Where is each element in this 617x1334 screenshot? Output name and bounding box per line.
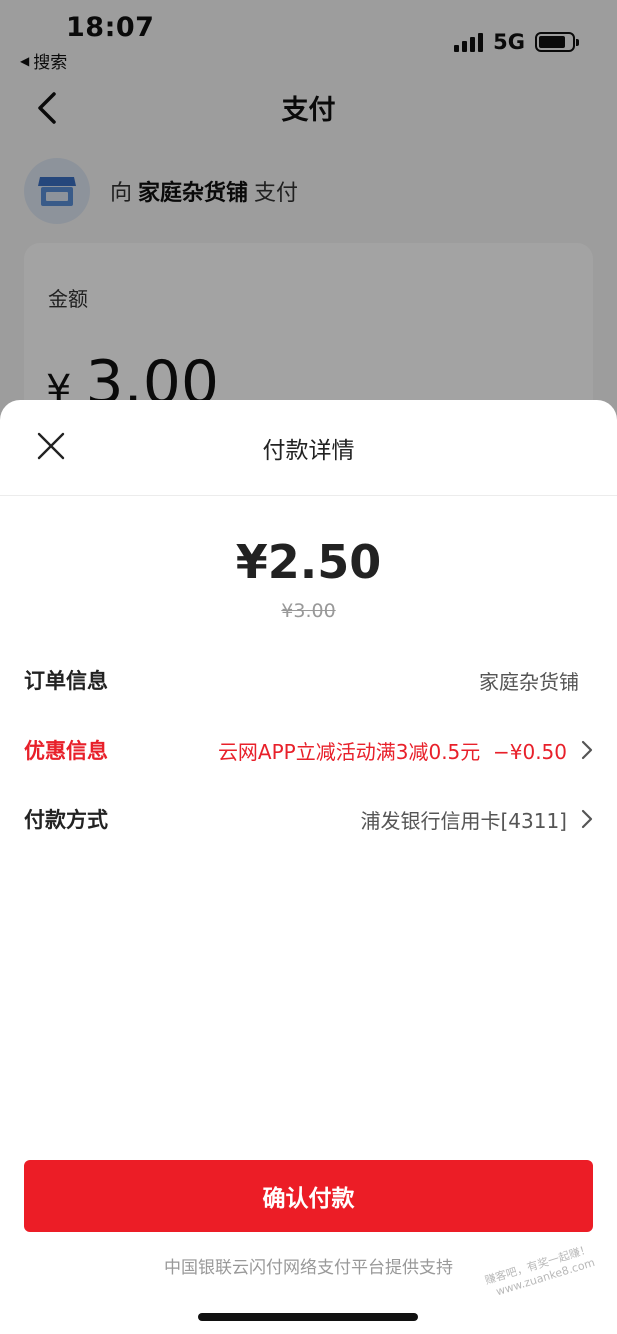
promo-info-label: 优惠信息	[24, 739, 108, 763]
pay-amount: ¥2.50	[235, 535, 382, 589]
promo-info-row[interactable]: 优惠信息 云网APP立减活动满3减0.5元 −¥0.50	[24, 732, 593, 768]
payment-method-row[interactable]: 付款方式 浦发银行信用卡[4311]	[24, 801, 593, 837]
payment-screen: 18:07 ◀ 搜索 5G 支付 向家庭杂货铺 支付 金额 ¥ 3.00 付款详…	[0, 0, 617, 1334]
promo-info-value-wrap: 云网APP立减活动满3减0.5元 −¥0.50	[218, 736, 593, 765]
order-info-row: 订单信息 家庭杂货铺	[24, 662, 593, 698]
payment-method-value: 浦发银行信用卡[4311]	[360, 808, 567, 833]
order-info-label: 订单信息	[24, 669, 108, 693]
chevron-right-icon	[581, 740, 593, 760]
sheet-title: 付款详情	[262, 438, 355, 464]
payment-method-label: 付款方式	[24, 808, 108, 832]
chevron-right-icon	[581, 809, 593, 829]
order-info-value: 家庭杂货铺	[479, 669, 579, 694]
home-indicator[interactable]	[198, 1313, 418, 1321]
promo-info-value: 云网APP立减活动满3减0.5元 −¥0.50	[217, 739, 567, 764]
sheet-header: 付款详情	[0, 400, 617, 496]
payment-details-sheet: 付款详情 ¥2.50 ¥3.00 订单信息 家庭杂货铺 优惠信息 云网APP立减…	[0, 400, 617, 1334]
confirm-payment-button[interactable]: 确认付款	[24, 1160, 593, 1232]
watermark: 赚客吧，有奖一起赚！ www.zuanke8.com	[483, 1243, 596, 1302]
payment-method-value-wrap: 浦发银行信用卡[4311]	[360, 805, 593, 834]
original-amount: ¥3.00	[281, 600, 336, 622]
